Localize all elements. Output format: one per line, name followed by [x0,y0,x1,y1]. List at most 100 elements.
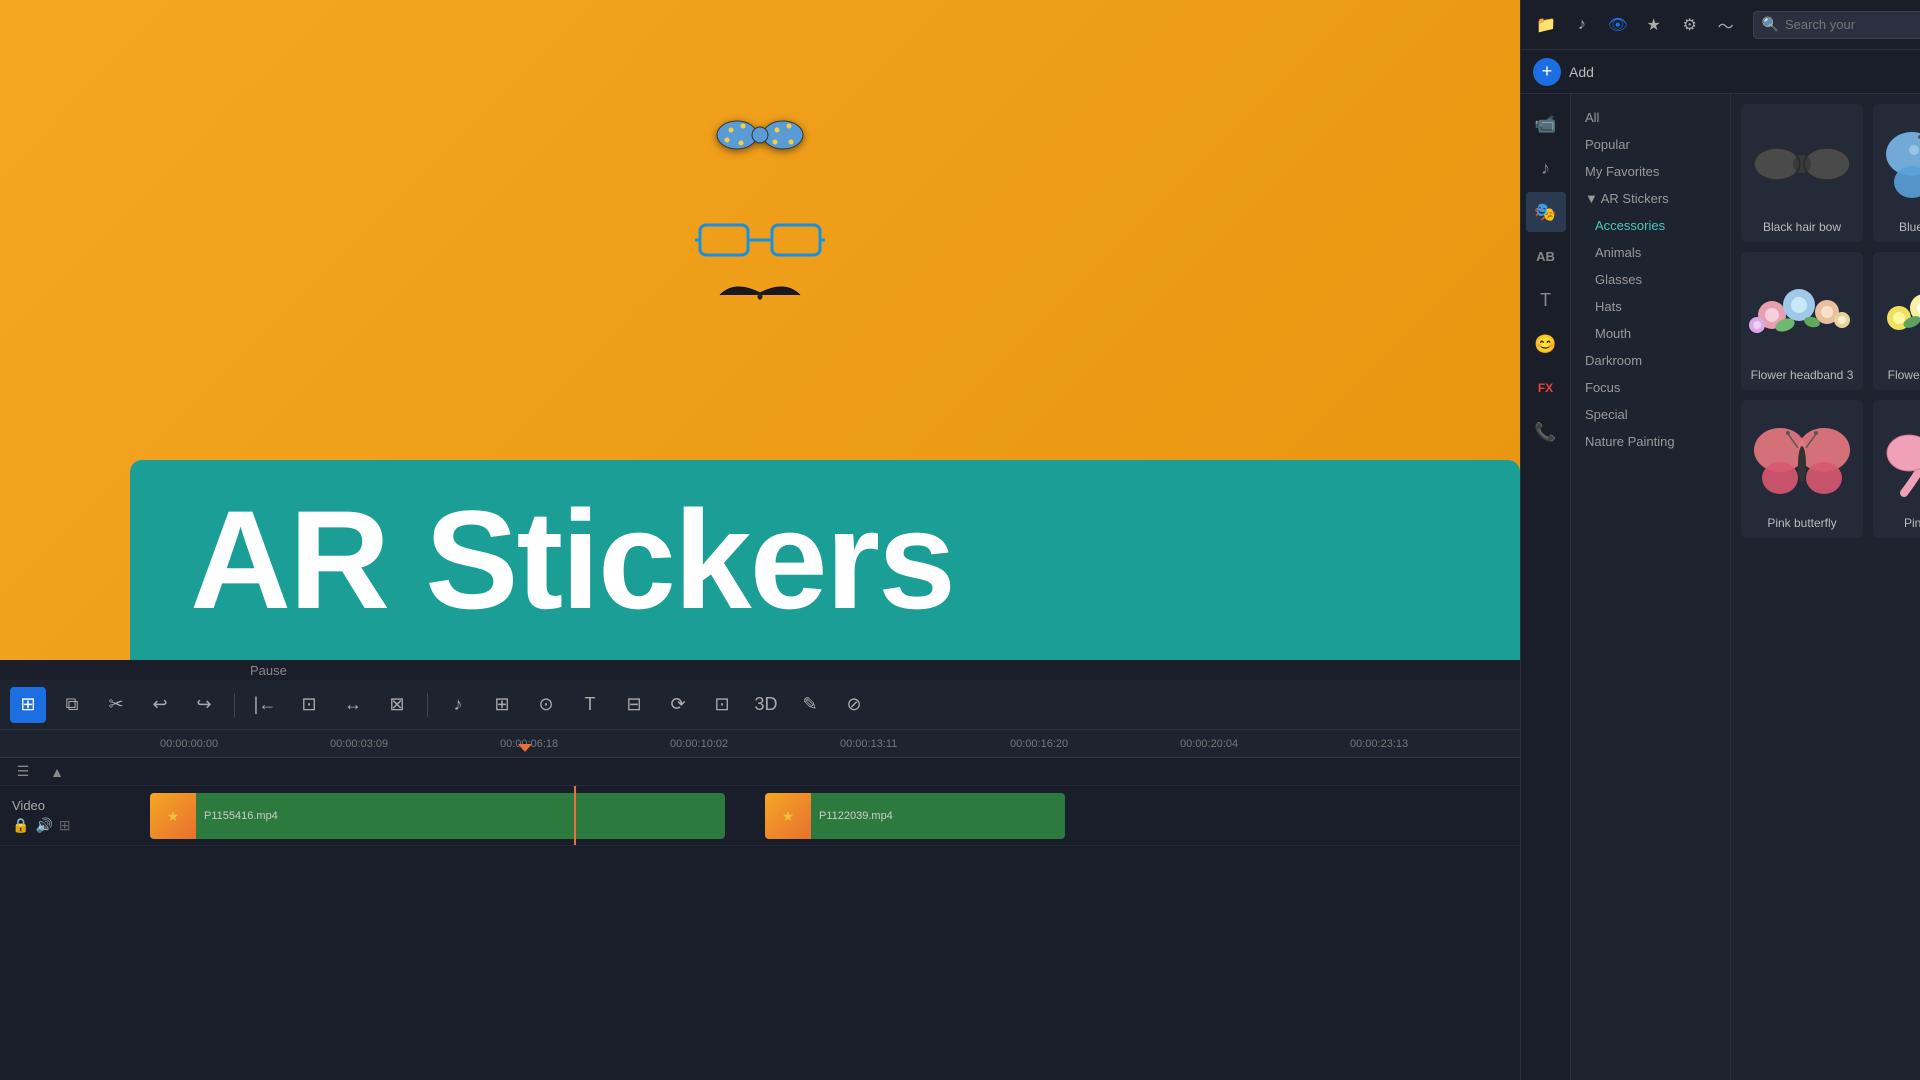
video-area: AR Stickers Pause ⊞ ⧉ ✂ ↩ ↪ |← ⊡ ↔ ⊠ ♪ ⊞… [0,0,1520,1080]
clip-1-thumb: ★ [150,793,196,839]
grid-btn[interactable]: ⊞ [484,687,520,723]
lock-icon[interactable]: 🔒 [12,817,29,834]
video-bg: AR Stickers [0,0,1520,660]
marker-4: 00:00:13:11 [840,738,1010,750]
cat-ar-stickers[interactable]: ▼ AR Stickers [1571,185,1730,212]
sticker-thumb-pink-ribbon [1879,410,1920,510]
sticker-black-hair-bow[interactable]: Black hair bow [1741,104,1863,242]
search-input[interactable] [1785,17,1920,32]
nav-media-icon[interactable]: 📹 [1526,104,1566,144]
sticker-pink-butterfly[interactable]: Pink butterfly [1741,400,1863,538]
video-track: Video 🔒 🔊 ⊞ ★ P1155416.mp4 [0,786,1520,846]
grid-icon[interactable]: ⊞ [59,817,71,834]
sticker-grid: Black hair bow [1731,94,1920,1080]
nav-music-icon[interactable]: ♪ [1526,148,1566,188]
wave-btn[interactable]: 〜 [1711,9,1741,41]
sticker-flower-headband-3[interactable]: Flower headband 3 [1741,252,1863,390]
cat-accessories[interactable]: Accessories [1571,212,1730,239]
toolbar: ⊞ ⧉ ✂ ↩ ↪ |← ⊡ ↔ ⊠ ♪ ⊞ ⊙ T ⊟ ⟳ ⊡ 3D ✎ ⊘ [0,680,1520,730]
sticker-flower-headband-4[interactable]: Flower headband [1873,252,1920,390]
edit-btn[interactable]: ✎ [792,687,828,723]
clip-1-label: P1155416.mp4 [196,810,286,822]
add-label: Add [1569,64,1594,80]
nav-fx-icon[interactable]: FX [1526,368,1566,408]
sticker-thumb-butterfly [1879,114,1920,214]
marker-6: 00:00:20:04 [1180,738,1350,750]
crop-btn[interactable]: ⊡ [704,687,740,723]
nav-sticker-icon[interactable]: 🎭 [1526,192,1566,232]
ar-banner-text: AR Stickers [190,490,1460,630]
panel-nav: 📹 ♪ 🎭 AB T 😊 FX 📞 [1521,94,1571,1080]
3d-btn[interactable]: 3D [748,687,784,723]
sticker-blue-butterfly[interactable]: Blue butterfly [1873,104,1920,242]
cat-animals[interactable]: Animals [1571,239,1730,266]
video-preview[interactable]: AR Stickers [0,0,1520,660]
cat-special[interactable]: Special [1571,401,1730,428]
cat-glasses[interactable]: Glasses [1571,266,1730,293]
pause-label: Pause [250,663,287,678]
close-btn[interactable]: ⊘ [836,687,872,723]
cat-hats[interactable]: Hats [1571,293,1730,320]
track-up-btn[interactable]: ▲ [44,759,70,785]
divider-2 [427,693,428,717]
sticker-thumb-bow [1747,114,1857,214]
playhead[interactable] [574,786,576,845]
add-button[interactable]: + [1533,58,1561,86]
begin-btn[interactable]: |← [247,687,283,723]
split-btn[interactable]: ⊠ [379,687,415,723]
track-icons: 🔒 🔊 ⊞ [12,817,138,834]
trim-btn[interactable]: ↔ [335,687,371,723]
cat-mouth[interactable]: Mouth [1571,320,1730,347]
cut-btn[interactable]: ✂ [98,687,134,723]
cat-darkroom[interactable]: Darkroom [1571,347,1730,374]
sticker-thumb-flowers4 [1879,262,1920,362]
bookmark-btn[interactable]: ★ [1639,9,1669,41]
category-tree: All Popular My Favorites ▼ AR Stickers A… [1571,94,1731,1080]
sticker-label-flowers3: Flower headband 3 [1751,368,1854,382]
cat-nature[interactable]: Nature Painting [1571,428,1730,455]
cat-popular[interactable]: Popular [1571,131,1730,158]
track-label-video: Video 🔒 🔊 ⊞ [0,798,150,834]
fit-btn[interactable]: ⊡ [291,687,327,723]
tracks-area: ☰ ▲ Video 🔒 🔊 ⊞ ★ [0,758,1520,1080]
cat-focus[interactable]: Focus [1571,374,1730,401]
panel-topbar: 📁 ♪ 👁 ★ ⚙ 〜 🔍 [1521,0,1920,50]
cat-all[interactable]: All [1571,104,1730,131]
settings-btn[interactable]: ⚙ [1675,9,1705,41]
track-content-video[interactable]: ★ P1155416.mp4 ★ P1122039.mp4 [150,786,1520,845]
undo-btn[interactable]: ↩ [142,687,178,723]
clip-2-thumb: ★ [765,793,811,839]
star-icon-2: ★ [782,808,795,825]
sticker-label-bow: Black hair bow [1763,220,1841,234]
media-btn[interactable]: 📁 [1531,9,1561,41]
rotate-btn[interactable]: ⟳ [660,687,696,723]
effect-btn[interactable]: ⊙ [528,687,564,723]
cat-favorites[interactable]: My Favorites [1571,158,1730,185]
text-btn[interactable]: T [572,687,608,723]
ar-sticker-btn[interactable]: 👁 [1603,9,1633,41]
clip-1[interactable]: ★ P1155416.mp4 [150,793,725,839]
marker-5: 00:00:16:20 [1010,738,1180,750]
sticker-pink-ribbon[interactable]: Pink ribbon [1873,400,1920,538]
sticker-label-butterfly: Blue butterfly [1899,220,1920,234]
timeline-view-btn[interactable]: ⊞ [10,687,46,723]
volume-icon[interactable]: 🔊 [35,817,52,834]
audio-btn[interactable]: ♪ [440,687,476,723]
marker-2: 00:00:06:18 [500,738,670,750]
nav-text-icon[interactable]: T [1526,280,1566,320]
nav-face-icon[interactable]: 😊 [1526,324,1566,364]
marker-7: 00:00:23:13 [1350,738,1520,750]
panel-btn[interactable]: ⊟ [616,687,652,723]
track-menu-btn[interactable]: ☰ [10,759,36,785]
divider-1 [234,693,235,717]
nav-ab-icon[interactable]: AB [1526,236,1566,276]
clip-btn[interactable]: ⧉ [54,687,90,723]
search-bar[interactable]: 🔍 [1753,11,1920,39]
app-container: AR Stickers Pause ⊞ ⧉ ✂ ↩ ↪ |← ⊡ ↔ ⊠ ♪ ⊞… [0,0,1920,1080]
ar-banner: AR Stickers [130,460,1520,660]
panel-content: 📹 ♪ 🎭 AB T 😊 FX 📞 All Popular My Favorit… [1521,94,1920,1080]
redo-btn[interactable]: ↪ [186,687,222,723]
nav-phone-icon[interactable]: 📞 [1526,412,1566,452]
clip-2[interactable]: ★ P1122039.mp4 [765,793,1065,839]
audio-panel-btn[interactable]: ♪ [1567,9,1597,41]
